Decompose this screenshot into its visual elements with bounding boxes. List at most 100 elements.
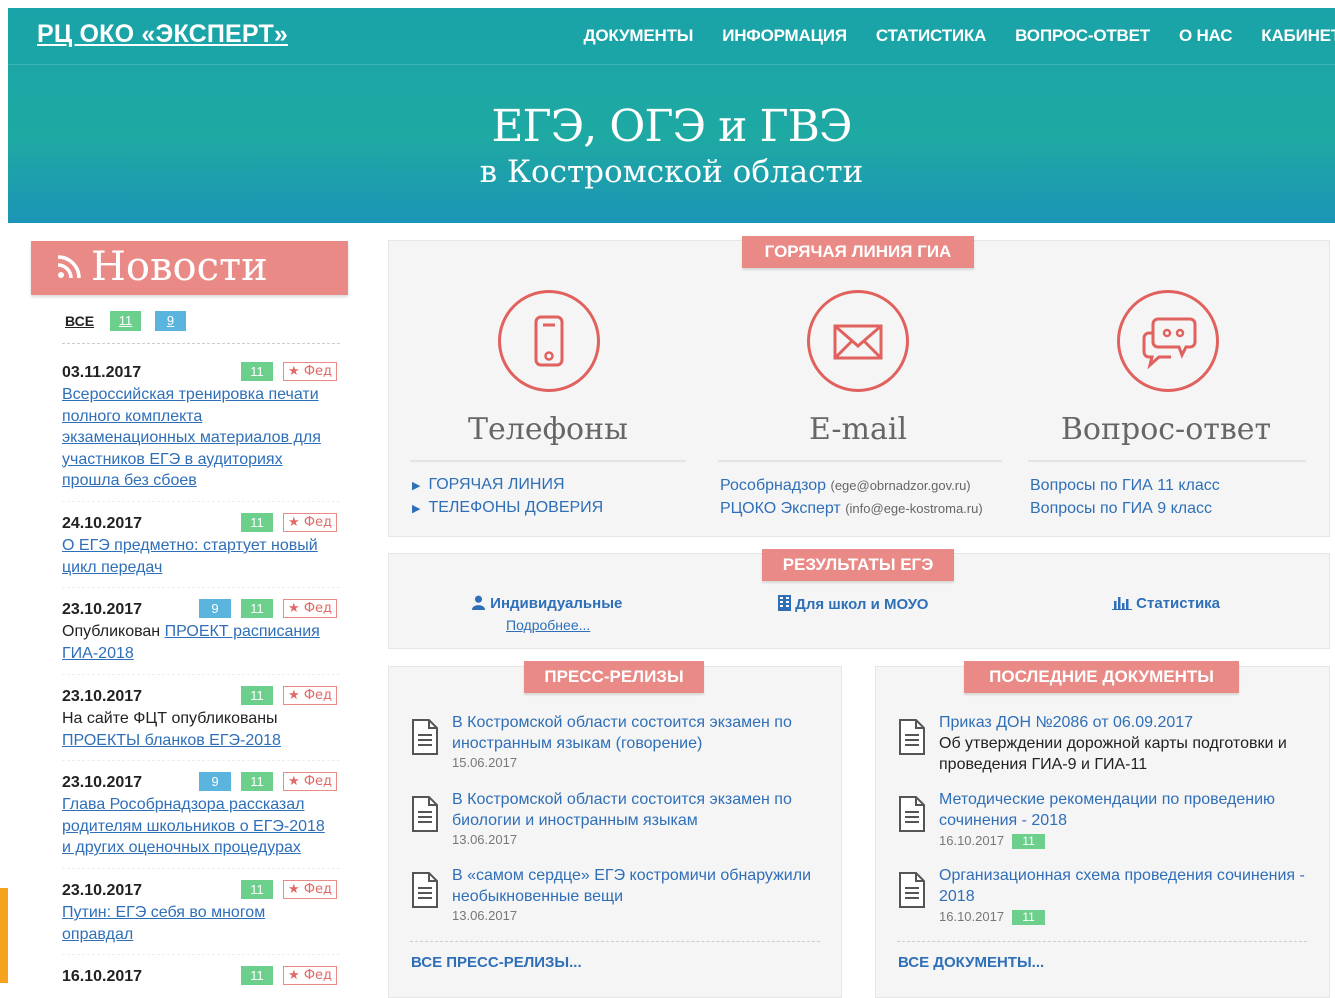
divider xyxy=(62,674,340,675)
news-prefix: Опубликован xyxy=(62,623,165,640)
email-obrnadzor-link[interactable]: Рособрнадзор (ege@obrnadzor.gov.ru) xyxy=(720,477,971,495)
qa-grade11-link[interactable]: Вопросы по ГИА 11 класс xyxy=(1030,477,1220,495)
triangle-icon: ▶ xyxy=(412,503,421,515)
site-header: РЦ ОКО «ЭКСПЕРТ» ДОКУМЕНТЫ ИНФОРМАЦИЯ СТ… xyxy=(8,8,1335,223)
news-item: 23.10.2017 9 11 ★ Фед Опубликован ПРОЕКТ рас… xyxy=(62,599,337,664)
document-description: Об утверждении дорожной карты подготовки… xyxy=(939,735,1287,773)
divider xyxy=(410,460,686,462)
grade-tag[interactable]: 11 xyxy=(1012,834,1046,850)
divider xyxy=(62,954,340,955)
nav-information[interactable]: ИНФОРМАЦИЯ xyxy=(722,26,847,46)
nav-cabinet[interactable]: КАБИНЕТ xyxy=(1261,26,1335,46)
document-link[interactable]: Методические рекомендации по проведению … xyxy=(939,791,1275,829)
chat-icon-circle[interactable] xyxy=(1117,290,1219,392)
federal-badge[interactable]: ★ Фед xyxy=(283,966,337,985)
news-tags: 11 ★ Фед xyxy=(231,513,337,532)
news-link[interactable]: Всероссийская тренировка печати полного … xyxy=(62,386,321,489)
email-name: РЦОКО Эксперт xyxy=(720,500,841,517)
hotline-link-label: ГОРЯЧАЯ ЛИНИЯ xyxy=(428,476,565,493)
federal-badge[interactable]: ★ Фед xyxy=(283,599,337,618)
news-link[interactable]: ПРОЕКТЫ бланков ЕГЭ-2018 xyxy=(62,732,281,749)
divider xyxy=(62,343,340,344)
mail-icon-circle[interactable] xyxy=(807,290,909,392)
news-item: 23.10.2017 9 11 ★ Фед Глава Рособрнадзора ра… xyxy=(62,772,337,859)
chat-icon xyxy=(1142,317,1197,370)
hero-subtitle: в Костромской области xyxy=(479,154,864,190)
news-link[interactable]: О ЕГЭ предметно: стартует новый цикл пер… xyxy=(62,537,318,576)
statistics-link[interactable]: Статистика xyxy=(1112,595,1220,612)
press-release-link[interactable]: В «самом сердце» ЕГЭ костромичи обнаружи… xyxy=(452,865,822,907)
statistics-label: Статистика xyxy=(1136,595,1221,612)
phones-title: Телефоны xyxy=(468,412,628,447)
divider xyxy=(897,941,1307,942)
news-tags: 11 ★ Фед xyxy=(231,686,337,705)
hotline-title: ГОРЯЧАЯ ЛИНИЯ ГИА xyxy=(742,236,974,268)
phone-icon xyxy=(534,315,564,367)
federal-badge[interactable]: ★ Фед xyxy=(283,513,337,532)
more-link[interactable]: Подробнее... xyxy=(506,617,590,633)
individual-results-link[interactable]: Индивидуальные xyxy=(471,595,622,612)
document-item: Приказ ДОН №2086 от 06.09.2017 Об утвержд… xyxy=(939,712,1309,775)
all-documents-link[interactable]: ВСЕ ДОКУМЕНТЫ... xyxy=(898,954,1044,971)
grade-tag[interactable]: 11 xyxy=(241,966,274,985)
site-brand-link[interactable]: РЦ ОКО «ЭКСПЕРТ» xyxy=(37,20,288,49)
grade-tag[interactable]: 11 xyxy=(241,880,274,899)
nav-documents[interactable]: ДОКУМЕНТЫ xyxy=(583,26,693,46)
grade-tag[interactable]: 11 xyxy=(241,772,274,791)
phone-icon-circle[interactable] xyxy=(498,290,600,392)
schools-results-link[interactable]: Для школ и МОУО xyxy=(778,595,928,613)
grade-tag[interactable]: 9 xyxy=(199,599,232,618)
trust-phones-link[interactable]: ▶ ТЕЛЕФОНЫ ДОВЕРИЯ xyxy=(412,499,603,517)
document-meta: 16.10.2017 11 xyxy=(939,833,1046,850)
document-icon xyxy=(899,796,925,832)
news-item: 23.10.2017 11 ★ Фед На сайте ФЦТ опубликова… xyxy=(62,686,337,751)
document-link[interactable]: Организационная схема проведения сочинен… xyxy=(939,867,1305,905)
hotline-link[interactable]: ▶ ГОРЯЧАЯ ЛИНИЯ xyxy=(412,476,565,494)
divider xyxy=(1028,460,1306,462)
federal-badge[interactable]: ★ Фед xyxy=(283,362,337,381)
grade-tag[interactable]: 11 xyxy=(241,513,274,532)
rss-icon xyxy=(57,255,81,279)
grade-tag[interactable]: 11 xyxy=(1012,910,1046,926)
document-icon xyxy=(899,719,925,755)
nav-statistics[interactable]: СТАТИСТИКА xyxy=(876,26,987,46)
filter-all[interactable]: ВСЕ xyxy=(65,313,94,329)
user-icon xyxy=(471,595,486,610)
federal-badge[interactable]: ★ Фед xyxy=(283,880,337,899)
building-icon xyxy=(778,595,791,611)
nav-about[interactable]: О НАС xyxy=(1179,26,1233,46)
federal-badge[interactable]: ★ Фед xyxy=(283,686,337,705)
news-link[interactable]: Путин: ЕГЭ себя во многом оправдал xyxy=(62,904,265,943)
news-header: Новости xyxy=(31,241,348,295)
document-link[interactable]: Приказ ДОН №2086 от 06.09.2017 xyxy=(939,714,1193,731)
news-link[interactable]: Глава Рособрнадзора рассказал родителям … xyxy=(62,796,325,856)
federal-badge[interactable]: ★ Фед xyxy=(283,772,337,791)
news-item: 24.10.2017 11 ★ Фед О ЕГЭ предметно: старту… xyxy=(62,513,337,578)
news-prefix: На сайте ФЦТ опубликованы xyxy=(62,710,278,727)
qa-grade9-link[interactable]: Вопросы по ГИА 9 класс xyxy=(1030,500,1212,518)
trust-phones-label: ТЕЛЕФОНЫ ДОВЕРИЯ xyxy=(428,499,604,516)
main-nav: ДОКУМЕНТЫ ИНФОРМАЦИЯ СТАТИСТИКА ВОПРОС-О… xyxy=(554,26,1335,46)
news-text: На сайте ФЦТ опубликованы ПРОЕКТЫ бланко… xyxy=(62,708,337,751)
news-item: 03.11.2017 11 ★ Фед Всероссийская тренировк… xyxy=(62,362,337,492)
filter-grade-9[interactable]: 9 xyxy=(155,311,187,331)
news-text: Всероссийская тренировка печати полного … xyxy=(62,384,337,492)
news-text: О ЕГЭ предметно: стартует новый цикл пер… xyxy=(62,535,337,578)
news-item: 23.10.2017 11 ★ Фед Путин: ЕГЭ себя во мног… xyxy=(62,880,337,945)
press-release-link[interactable]: В Костромской области состоится экзамен … xyxy=(452,789,822,831)
press-release-date: 15.06.2017 xyxy=(452,755,518,770)
press-release-link[interactable]: В Костромской области состоится экзамен … xyxy=(452,712,822,754)
news-text: Путин: ЕГЭ себя во многом оправдал xyxy=(62,902,337,945)
filter-grade-11[interactable]: 11 xyxy=(110,311,142,331)
all-press-link[interactable]: ВСЕ ПРЕСС-РЕЛИЗЫ... xyxy=(411,954,582,971)
document-meta: 16.10.2017 11 xyxy=(939,909,1046,926)
grade-tag[interactable]: 11 xyxy=(241,362,274,381)
nav-qa[interactable]: ВОПРОС-ОТВЕТ xyxy=(1015,26,1150,46)
email-rcoko-link[interactable]: РЦОКО Эксперт (info@ege-kostroma.ru) xyxy=(720,500,983,518)
grade-tag[interactable]: 9 xyxy=(199,772,232,791)
news-tags: 11 ★ Фед xyxy=(231,880,337,899)
email-name: Рособрнадзор xyxy=(720,477,827,494)
grade-tag[interactable]: 11 xyxy=(241,599,274,618)
grade-tag[interactable]: 11 xyxy=(241,686,274,705)
document-item: Методические рекомендации по проведению … xyxy=(939,789,1309,831)
